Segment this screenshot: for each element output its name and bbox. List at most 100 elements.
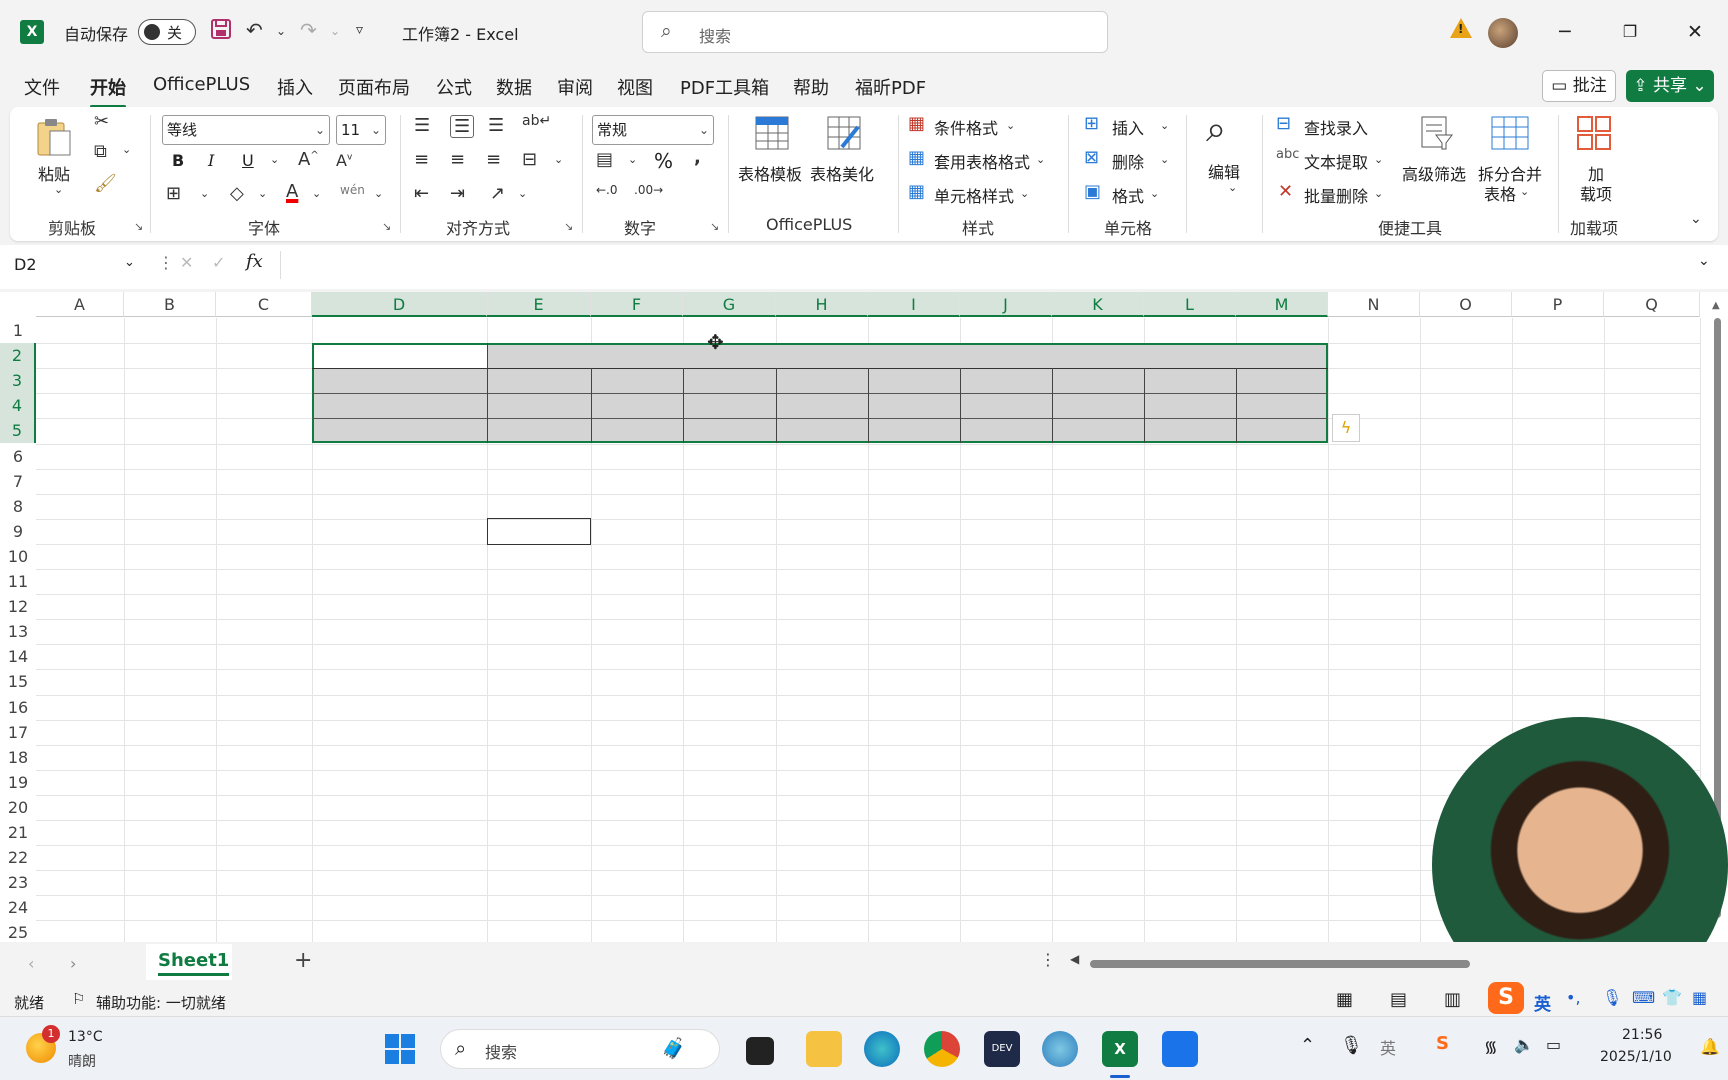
font-size-combo[interactable]: 11 ⌄ bbox=[336, 115, 386, 145]
phonetic-dropdown-icon[interactable]: ⌄ bbox=[374, 187, 383, 200]
decrease-font-icon[interactable]: Av bbox=[336, 151, 352, 170]
format-cells-button[interactable]: 格式 bbox=[1112, 183, 1144, 207]
align-top-icon[interactable]: ☰ bbox=[414, 115, 430, 136]
fill-color-dropdown-icon[interactable]: ⌄ bbox=[258, 187, 267, 200]
collapse-ribbon-icon[interactable]: ⌄ bbox=[1690, 211, 1702, 227]
row-header-23[interactable]: 23 bbox=[0, 870, 36, 896]
restore-button[interactable]: ❐ bbox=[1605, 14, 1655, 50]
row-header-21[interactable]: 21 bbox=[0, 820, 36, 845]
volume-icon[interactable]: 🔈 bbox=[1514, 1035, 1534, 1054]
photos-icon[interactable] bbox=[1162, 1031, 1198, 1067]
prev-sheet-icon[interactable]: ‹ bbox=[28, 954, 34, 973]
minimize-button[interactable]: ─ bbox=[1540, 14, 1590, 50]
row-header-8[interactable]: 8 bbox=[0, 493, 36, 519]
editing-button[interactable]: 编辑 bbox=[1208, 159, 1240, 183]
row-header-3[interactable]: 3 bbox=[0, 368, 36, 394]
column-header-h[interactable]: H bbox=[776, 292, 868, 317]
column-header-c[interactable]: C bbox=[216, 292, 312, 317]
column-header-n[interactable]: N bbox=[1328, 292, 1420, 317]
phonetic-icon[interactable]: wén bbox=[340, 183, 365, 197]
increase-decimal-icon[interactable]: ←.0 bbox=[596, 183, 618, 197]
align-middle-icon[interactable]: ☰ bbox=[450, 115, 475, 138]
close-button[interactable]: ✕ bbox=[1670, 14, 1720, 50]
decrease-indent-icon[interactable]: ⇤ bbox=[414, 183, 429, 204]
row-header-4[interactable]: 4 bbox=[0, 393, 36, 419]
advanced-filter-icon[interactable] bbox=[1420, 115, 1454, 156]
weather-description[interactable]: 晴朗 bbox=[68, 1051, 96, 1071]
accounting-format-icon[interactable]: ▤ bbox=[596, 149, 613, 170]
row-header-14[interactable]: 14 bbox=[0, 644, 36, 670]
row-header-20[interactable]: 20 bbox=[0, 794, 36, 820]
tab-file[interactable]: 文件 bbox=[24, 74, 60, 100]
row-header-13[interactable]: 13 bbox=[0, 619, 36, 645]
borders-icon[interactable]: ⊞ bbox=[166, 183, 181, 204]
number-format-combo[interactable]: 常规 ⌄ bbox=[592, 115, 714, 145]
table-beautify-icon[interactable] bbox=[826, 115, 862, 156]
scroll-up-icon[interactable]: ▲ bbox=[1712, 300, 1720, 311]
undo-dropdown-icon[interactable]: ⌄ bbox=[276, 24, 286, 38]
number-launcher-icon[interactable]: ↘ bbox=[710, 220, 719, 233]
microphone-icon[interactable]: 🎙 bbox=[1340, 1035, 1363, 1056]
start-button[interactable] bbox=[384, 1033, 416, 1065]
split-merge-dropdown-icon[interactable]: ⌄ bbox=[1520, 185, 1529, 198]
increase-indent-icon[interactable]: ⇥ bbox=[450, 183, 465, 204]
batch-delete-dropdown-icon[interactable]: ⌄ bbox=[1374, 187, 1383, 200]
enter-icon[interactable]: ✓ bbox=[212, 253, 225, 272]
tab-insert[interactable]: 插入 bbox=[277, 74, 313, 100]
edge-icon[interactable] bbox=[864, 1031, 900, 1067]
insert-cells-dropdown-icon[interactable]: ⌄ bbox=[1160, 119, 1169, 132]
column-header-g[interactable]: G bbox=[683, 292, 776, 317]
table-beautify-label[interactable]: 表格美化 bbox=[810, 161, 874, 185]
percent-style-button[interactable]: % bbox=[654, 149, 673, 173]
copy-dropdown-icon[interactable]: ⌄ bbox=[122, 143, 131, 156]
paste-dropdown-icon[interactable]: ⌄ bbox=[54, 183, 63, 196]
column-header-e[interactable]: E bbox=[487, 292, 591, 317]
align-right-icon[interactable]: ≡ bbox=[486, 149, 501, 170]
lookup-entry-button[interactable]: 查找录入 bbox=[1304, 115, 1368, 139]
row-header-5[interactable]: 5 bbox=[0, 418, 36, 444]
align-center-icon[interactable]: ≡ bbox=[450, 149, 465, 170]
conditional-format-button[interactable]: 条件格式 bbox=[934, 115, 998, 139]
row-header-16[interactable]: 16 bbox=[0, 694, 36, 720]
column-header-o[interactable]: O bbox=[1420, 292, 1512, 317]
conditional-format-dropdown-icon[interactable]: ⌄ bbox=[1006, 119, 1015, 132]
font-name-combo[interactable]: 等线 ⌄ bbox=[162, 115, 330, 145]
align-bottom-icon[interactable]: ☰ bbox=[488, 115, 504, 136]
tab-pdf-toolbox[interactable]: PDF工具箱 bbox=[680, 74, 769, 100]
tab-help[interactable]: 帮助 bbox=[793, 74, 829, 100]
row-header-15[interactable]: 15 bbox=[0, 669, 36, 695]
lookup-entry-icon[interactable]: ⊟ bbox=[1276, 113, 1291, 134]
row-header-22[interactable]: 22 bbox=[0, 845, 36, 871]
devcpp-icon[interactable]: DEV bbox=[984, 1031, 1020, 1067]
borders-dropdown-icon[interactable]: ⌄ bbox=[200, 187, 209, 200]
tab-formulas[interactable]: 公式 bbox=[436, 74, 472, 100]
taskbar-search[interactable]: ⌕ 搜索 🧳 bbox=[440, 1029, 720, 1069]
row-header-24[interactable]: 24 bbox=[0, 895, 36, 921]
file-explorer-icon[interactable] bbox=[806, 1031, 842, 1067]
paint-icon[interactable] bbox=[1042, 1031, 1078, 1067]
decrease-decimal-icon[interactable]: .00→ bbox=[634, 183, 663, 197]
format-as-table-icon[interactable]: ▦ bbox=[908, 147, 925, 168]
split-merge-icon[interactable] bbox=[1490, 115, 1530, 156]
italic-button[interactable]: I bbox=[208, 151, 214, 170]
row-header-12[interactable]: 12 bbox=[0, 594, 36, 620]
tab-foxit-pdf[interactable]: 福昕PDF bbox=[855, 74, 926, 100]
comments-button[interactable]: ▭ 批注 bbox=[1542, 70, 1616, 102]
row-header-17[interactable]: 17 bbox=[0, 719, 36, 745]
scroll-left-icon[interactable]: ◀ bbox=[1070, 952, 1079, 966]
ime-punctuation-icon[interactable]: •, bbox=[1566, 988, 1581, 1007]
tab-officeplus[interactable]: OfficePLUS bbox=[153, 74, 250, 95]
wrap-text-icon[interactable]: ab↵ bbox=[522, 113, 551, 129]
clock-date[interactable]: 2025/1/10 bbox=[1600, 1049, 1672, 1065]
font-color-icon[interactable]: A bbox=[286, 181, 298, 202]
save-icon[interactable] bbox=[210, 18, 232, 45]
sogou-ime-icon[interactable]: S bbox=[1488, 982, 1524, 1014]
insert-cells-button[interactable]: 插入 bbox=[1112, 115, 1144, 139]
table-template-label[interactable]: 表格模板 bbox=[738, 161, 802, 185]
row-header-2[interactable]: 2 bbox=[0, 343, 36, 369]
customize-toolbar-icon[interactable]: ▿ bbox=[356, 22, 363, 38]
column-header-i[interactable]: I bbox=[868, 292, 960, 317]
column-header-j[interactable]: J bbox=[960, 292, 1052, 317]
column-header-m[interactable]: M bbox=[1236, 292, 1328, 317]
undo-icon[interactable]: ↶ bbox=[246, 18, 263, 42]
